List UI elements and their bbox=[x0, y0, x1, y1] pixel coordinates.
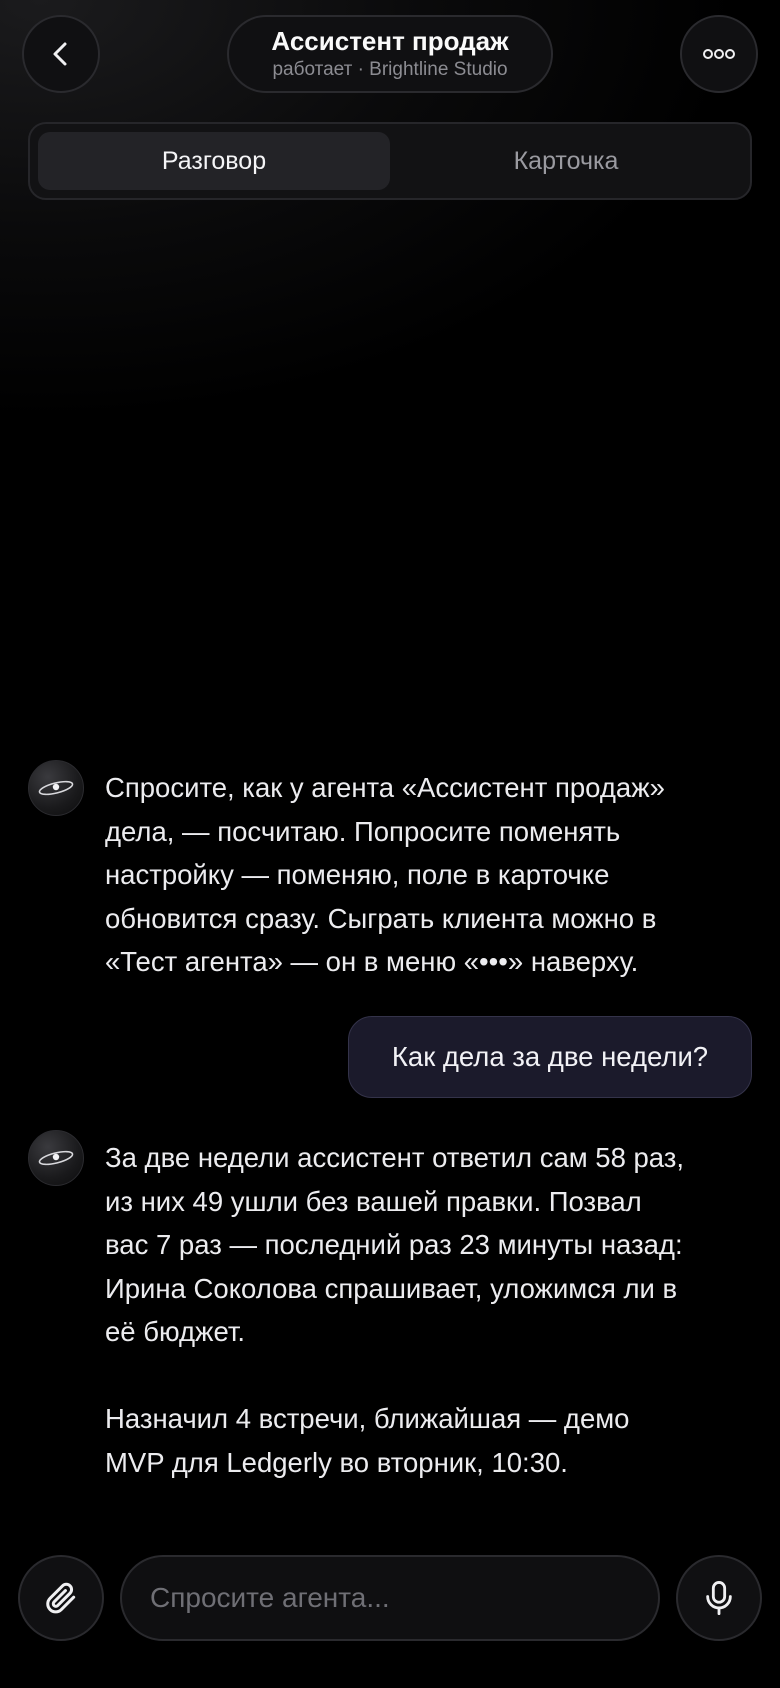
agent-message-intro: Спросите, как у агента «Ассистент продаж… bbox=[105, 766, 755, 984]
paperclip-icon bbox=[46, 1582, 76, 1614]
planet-icon bbox=[38, 780, 74, 796]
agent-avatar bbox=[28, 1130, 84, 1186]
message-line: Спросите, как у агента «Ассистент продаж… bbox=[105, 772, 665, 803]
message-line: MVP для Ledgerly во вторник, 10:30. bbox=[105, 1446, 568, 1478]
back-button[interactable] bbox=[22, 15, 100, 93]
message-line: вас 7 раз — последний раз 23 минуты наза… bbox=[105, 1229, 683, 1260]
message-line: За две недели ассистент ответил сам 58 р… bbox=[105, 1142, 685, 1173]
message-line: Назначил 4 встречи, ближайшая — демо bbox=[105, 1403, 630, 1434]
tab-card[interactable]: Карточка bbox=[390, 132, 742, 190]
user-message-bubble: Как дела за две недели? bbox=[348, 1016, 752, 1098]
attach-button[interactable] bbox=[18, 1555, 104, 1641]
microphone-icon bbox=[706, 1581, 732, 1615]
message-line: дела, — посчитаю. Попросите поменять bbox=[105, 815, 621, 847]
page-subtitle: работает · Brightline Studio bbox=[272, 58, 508, 80]
ask-agent-input[interactable] bbox=[120, 1555, 660, 1641]
message-line: из них 49 ушли без вашей правки. Позвал bbox=[105, 1185, 642, 1217]
more-menu-button[interactable] bbox=[680, 15, 758, 93]
header-title-pill[interactable]: Ассистент продаж работает · Brightline S… bbox=[227, 15, 553, 93]
more-dots-icon bbox=[703, 49, 735, 59]
view-tabs: Разговор Карточка bbox=[28, 122, 752, 200]
message-line: её бюджет. bbox=[105, 1316, 246, 1347]
message-line: «Тест агента» — он в меню «•••» наверху. bbox=[105, 946, 639, 977]
planet-icon bbox=[38, 1150, 74, 1166]
chevron-left-icon bbox=[53, 42, 67, 66]
agent-message-reply: За две недели ассистент ответил сам 58 р… bbox=[105, 1136, 755, 1484]
chat-screen: Ассистент продаж работает · Brightline S… bbox=[0, 0, 780, 1688]
agent-avatar bbox=[28, 760, 84, 816]
microphone-button[interactable] bbox=[676, 1555, 762, 1641]
user-message-text: Как дела за две недели? bbox=[391, 1041, 709, 1072]
tab-conversation[interactable]: Разговор bbox=[38, 132, 390, 190]
message-line: Ирина Соколова спрашивает, уложимся ли в bbox=[105, 1272, 678, 1304]
page-title: Ассистент продаж bbox=[271, 26, 509, 57]
message-line: настройку — поменяю, поле в карточке bbox=[105, 859, 610, 890]
message-line: обновится сразу. Сыграть клиента можно в bbox=[105, 902, 657, 934]
